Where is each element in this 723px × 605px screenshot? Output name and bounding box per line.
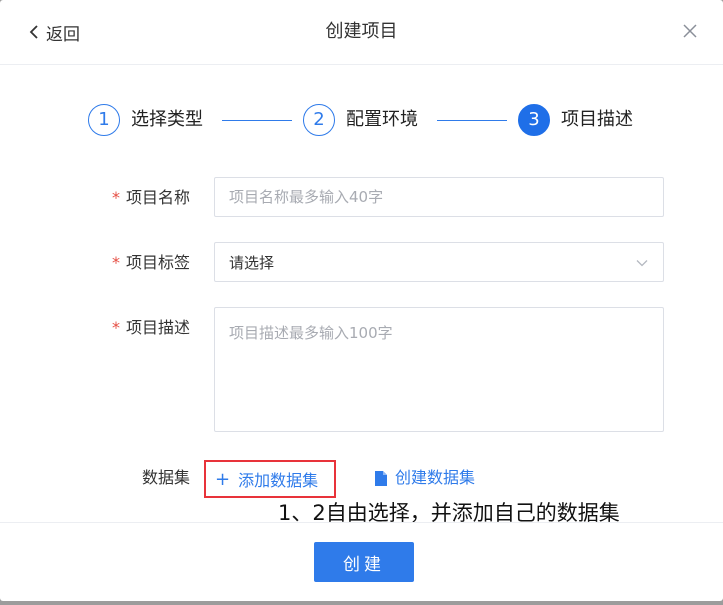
step-1-circle: 1 xyxy=(88,104,120,136)
close-icon[interactable] xyxy=(681,22,699,40)
project-description-textarea[interactable] xyxy=(214,307,664,432)
required-mark: * xyxy=(111,188,120,207)
project-description-label-text: 项目描述 xyxy=(125,318,190,337)
project-tags-select[interactable]: 请选择 xyxy=(214,242,664,282)
plus-icon: + xyxy=(215,468,231,490)
project-tags-label: * 项目标签 xyxy=(90,251,190,275)
project-tags-value: 请选择 xyxy=(229,253,275,272)
step-3-label: 项目描述 xyxy=(561,109,633,130)
create-dataset-link[interactable]: 创建数据集 xyxy=(374,466,475,490)
project-name-label-text: 项目名称 xyxy=(125,188,190,207)
dialog-title: 创建项目 xyxy=(325,21,398,42)
add-dataset-button[interactable]: + 添加数据集 xyxy=(204,460,336,498)
chevron-down-icon xyxy=(636,260,648,267)
step-3-circle: 3 xyxy=(518,104,550,136)
file-icon xyxy=(375,470,387,486)
required-mark: * xyxy=(111,253,120,272)
add-dataset-label: 添加数据集 xyxy=(238,471,319,490)
required-mark: * xyxy=(111,318,120,337)
project-name-label: * 项目名称 xyxy=(90,186,190,210)
step-indicator: 1 选择类型 2 配置环境 3 项目描述 xyxy=(0,104,723,142)
step-connector xyxy=(222,120,292,121)
dialog-header: 返回 创建项目 xyxy=(0,0,723,65)
footer-divider xyxy=(0,522,723,523)
project-description-label: * 项目描述 xyxy=(90,316,190,340)
step-2-circle: 2 xyxy=(303,104,335,136)
create-dataset-label: 创建数据集 xyxy=(395,468,476,487)
dataset-label: 数据集 xyxy=(141,468,190,487)
annotation-text: 1、2自由选择，并添加自己的数据集 xyxy=(278,501,620,525)
create-button[interactable]: 创建 xyxy=(314,542,414,582)
project-name-input[interactable] xyxy=(214,177,664,217)
step-1-label: 选择类型 xyxy=(131,109,203,130)
step-2-label: 配置环境 xyxy=(346,109,418,130)
create-project-dialog: 返回 创建项目 1 选择类型 2 配置环境 3 项目描述 * 项目名称 * 项目标签… xyxy=(0,0,723,601)
project-tags-label-text: 项目标签 xyxy=(125,253,190,272)
step-connector xyxy=(437,120,507,121)
